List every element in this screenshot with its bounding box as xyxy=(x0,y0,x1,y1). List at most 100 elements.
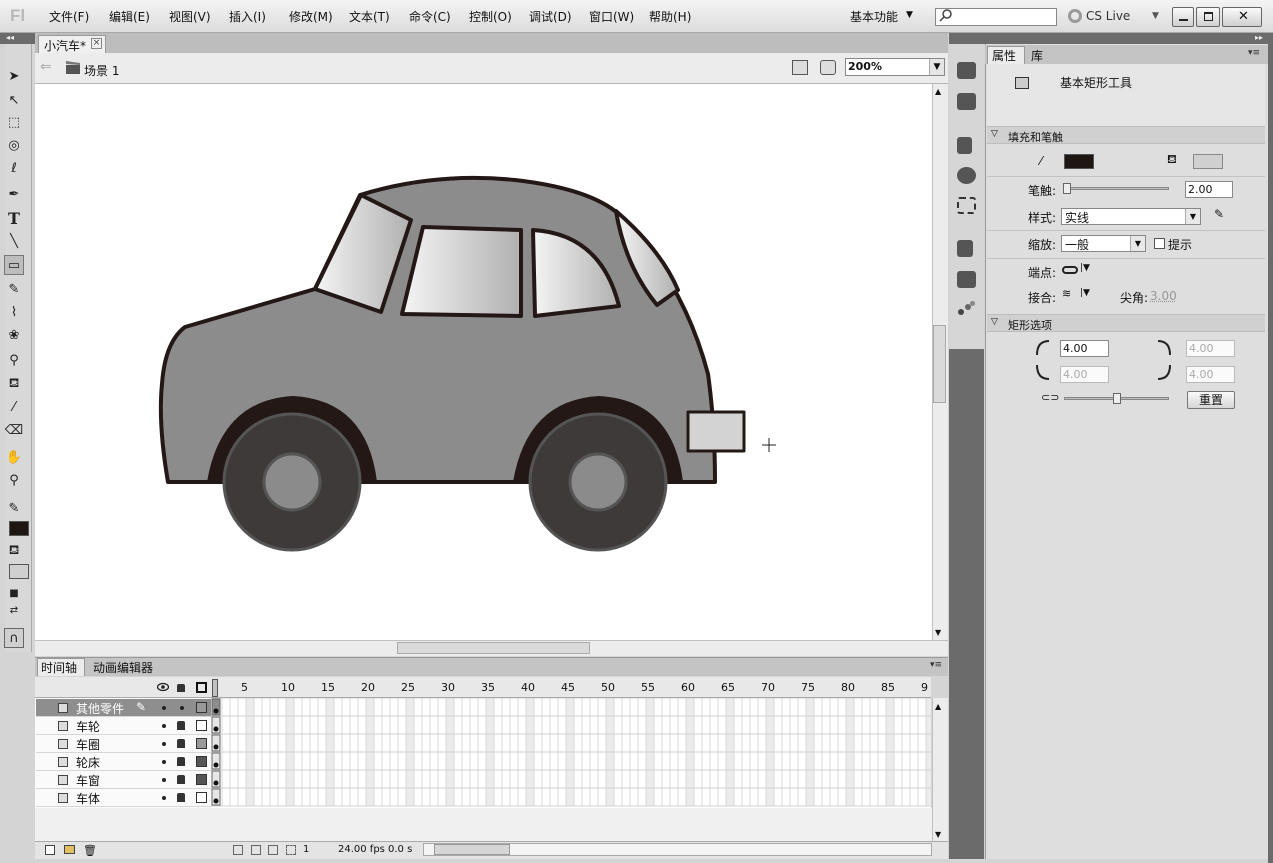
lock-icon[interactable] xyxy=(177,757,185,766)
menu-item[interactable]: 插入(I) xyxy=(229,8,266,25)
maximize-button[interactable] xyxy=(1196,7,1220,27)
menu-item[interactable]: 视图(V) xyxy=(169,8,211,25)
color-panel-icon[interactable] xyxy=(957,62,976,79)
delete-icon[interactable]: 🗑 xyxy=(83,844,97,857)
outline-color-box[interactable] xyxy=(196,792,207,803)
lock-dot[interactable] xyxy=(180,706,184,710)
panel-menu-icon[interactable]: ▾≡ xyxy=(1248,48,1260,58)
swatches-panel-icon[interactable] xyxy=(957,93,976,110)
layer-row[interactable]: 车圈 xyxy=(36,735,211,753)
text-tool-icon[interactable]: T xyxy=(4,208,24,228)
outline-color-box[interactable] xyxy=(196,738,207,749)
transform-panel-icon[interactable] xyxy=(957,197,976,214)
outline-color-box[interactable] xyxy=(196,756,207,767)
info-panel-icon[interactable] xyxy=(957,167,976,184)
chevron-down-icon[interactable]: |▼ xyxy=(1080,288,1090,298)
layer-row[interactable]: 车轮 xyxy=(36,717,211,735)
fill-stroke-section-header[interactable]: ▽ 填充和笔触 xyxy=(987,126,1265,144)
pencil-tool-icon[interactable]: ✎ xyxy=(4,279,24,299)
motion-presets-icon[interactable] xyxy=(957,301,976,318)
expand-icon[interactable]: ▸▸ xyxy=(1255,33,1263,42)
corner-radius-tr-field[interactable]: 4.00 xyxy=(1186,340,1235,357)
lock-icon[interactable] xyxy=(177,739,185,748)
reset-button[interactable]: 重置 xyxy=(1187,391,1235,409)
menu-item[interactable]: 命令(C) xyxy=(409,8,451,25)
search-input[interactable] xyxy=(935,8,1057,26)
corner-radius-tl-field[interactable]: 4.00 xyxy=(1060,340,1109,357)
chevron-down-icon[interactable]: ▼ xyxy=(906,10,913,20)
onion-skin-icon[interactable] xyxy=(233,845,243,855)
fill-color-swatch[interactable] xyxy=(1193,154,1223,169)
scroll-down-icon[interactable]: ▼ xyxy=(935,830,941,839)
corner-slider-knob[interactable] xyxy=(1113,393,1121,404)
visibility-dot[interactable] xyxy=(162,796,166,800)
playhead[interactable] xyxy=(212,679,218,697)
close-icon[interactable]: × xyxy=(91,38,102,49)
horizontal-scroll-thumb[interactable] xyxy=(397,642,590,654)
layer-row[interactable]: 车窗 xyxy=(36,771,211,789)
scale-select[interactable]: 一般 ▼ xyxy=(1061,235,1146,252)
menu-item[interactable]: 文件(F) xyxy=(49,8,89,25)
chevron-down-icon[interactable]: ▼ xyxy=(929,59,944,75)
eyedropper-tool-icon[interactable]: ⁄ xyxy=(4,397,24,417)
chevron-down-icon[interactable]: |▼ xyxy=(1080,263,1090,273)
edit-symbols-icon[interactable] xyxy=(820,60,836,75)
collapse-icon[interactable]: ◂◂ xyxy=(6,33,14,42)
edit-stroke-style-icon[interactable]: ✎ xyxy=(1214,207,1224,221)
close-button[interactable]: ✕ xyxy=(1222,7,1262,27)
lock-icon[interactable] xyxy=(177,775,185,784)
vertical-scroll-thumb[interactable] xyxy=(933,325,946,403)
lock-icon[interactable] xyxy=(177,793,185,802)
tab-library[interactable]: 库 xyxy=(1031,47,1043,64)
edit-scene-icon[interactable] xyxy=(792,60,808,75)
onion-markers-icon[interactable] xyxy=(286,845,296,855)
eye-icon[interactable] xyxy=(157,682,169,692)
history-panel-icon[interactable] xyxy=(957,240,973,257)
zoom-tool-icon[interactable]: ⚲ xyxy=(4,470,24,490)
outline-color-box[interactable] xyxy=(196,774,207,785)
join-miter-icon[interactable]: ≋ xyxy=(1062,287,1071,300)
stroke-slider-knob[interactable] xyxy=(1063,183,1071,194)
align-panel-icon[interactable] xyxy=(957,137,972,154)
swap-colors-icon[interactable]: ⇄ xyxy=(4,600,24,620)
stroke-width-field[interactable]: 2.00 xyxy=(1185,181,1233,198)
back-arrow-icon[interactable]: ⇐ xyxy=(40,59,52,75)
layer-row[interactable]: 车体 xyxy=(36,789,211,807)
menu-item[interactable]: 窗口(W) xyxy=(589,8,634,25)
edit-multiple-frames-icon[interactable] xyxy=(268,845,278,855)
line-tool-icon[interactable]: ╲ xyxy=(4,231,24,251)
miter-value[interactable]: 3.00 xyxy=(1150,289,1177,303)
hint-checkbox[interactable] xyxy=(1154,238,1165,249)
new-layer-icon[interactable] xyxy=(45,845,55,855)
lock-icon[interactable] xyxy=(177,721,185,730)
scroll-down-icon[interactable]: ▼ xyxy=(935,628,941,637)
lasso-tool-icon[interactable]: ℓ xyxy=(4,158,24,178)
cap-round-icon[interactable] xyxy=(1062,266,1078,274)
stroke-color-swatch[interactable] xyxy=(9,521,29,536)
outline-icon[interactable] xyxy=(196,682,207,693)
minimize-button[interactable] xyxy=(1172,7,1194,27)
visibility-dot[interactable] xyxy=(162,706,166,710)
paint-bucket-tool-icon[interactable]: ⛾ xyxy=(4,374,24,394)
rect-options-section-header[interactable]: ▽ 矩形选项 xyxy=(987,314,1265,332)
fill-color-swatch[interactable] xyxy=(9,564,29,579)
style-select[interactable]: 实线 ▼ xyxy=(1061,208,1201,225)
deco-tool-icon[interactable]: ❀ xyxy=(4,325,24,345)
timeline-vertical-scrollbar[interactable] xyxy=(932,698,948,841)
menu-item[interactable]: 控制(O) xyxy=(469,8,512,25)
chevron-down-icon[interactable]: ▼ xyxy=(1152,11,1159,21)
selection-tool-icon[interactable]: ➤ xyxy=(4,66,24,86)
stroke-slider[interactable] xyxy=(1064,187,1169,190)
visibility-dot[interactable] xyxy=(162,724,166,728)
link-icon[interactable]: ⊂⊃ xyxy=(1041,391,1059,404)
corner-radius-bl-field[interactable]: 4.00 xyxy=(1060,366,1109,383)
frame-rate[interactable]: 24.00 fps xyxy=(338,844,385,855)
outline-color-box[interactable] xyxy=(196,702,207,713)
visibility-dot[interactable] xyxy=(162,742,166,746)
snap-to-objects-icon[interactable]: ∩ xyxy=(4,628,24,648)
components-panel-icon[interactable] xyxy=(957,271,976,288)
visibility-dot[interactable] xyxy=(162,778,166,782)
onion-outline-icon[interactable] xyxy=(251,845,261,855)
menu-item[interactable]: 调试(D) xyxy=(529,8,572,25)
rectangle-tool-icon[interactable]: ▭ xyxy=(4,255,24,275)
